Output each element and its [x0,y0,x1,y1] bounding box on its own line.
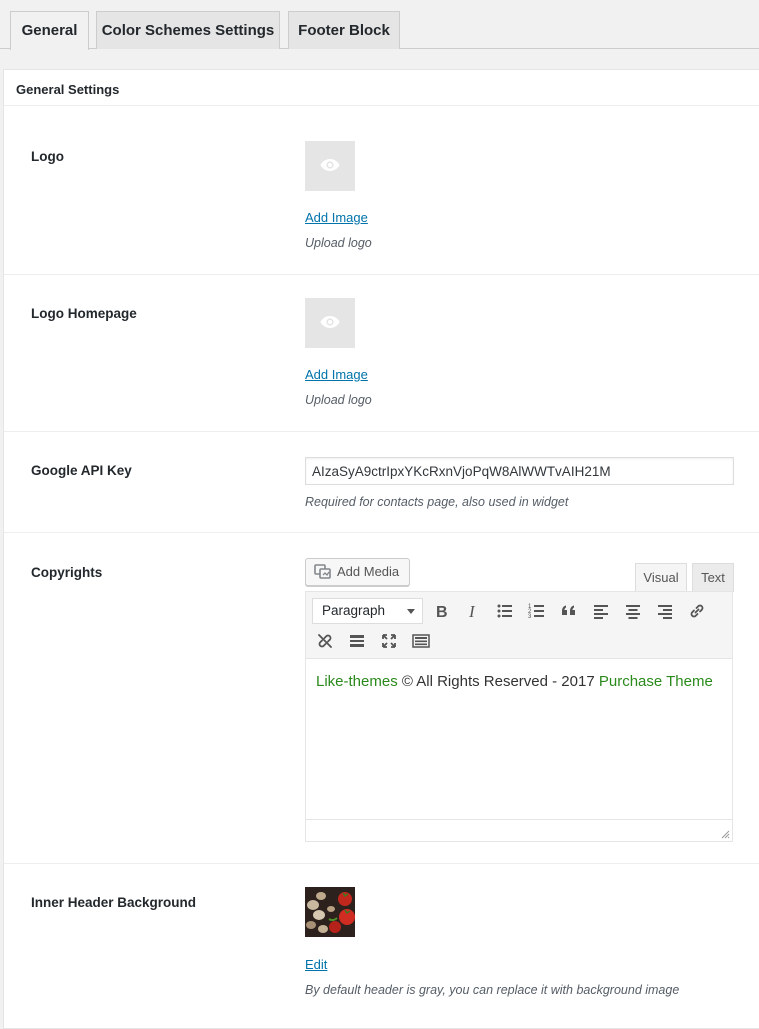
inner-header-edit-link[interactable]: Edit [305,957,327,972]
eye-icon [320,159,340,171]
inner-header-background-image[interactable] [305,887,355,937]
editor-tab-visual[interactable]: Visual [635,563,687,593]
google-api-key-label: Google API Key [31,463,132,478]
logo-add-image-link[interactable]: Add Image [305,210,368,225]
bulleted-list-button[interactable] [492,598,518,624]
divider [4,863,759,864]
copyrights-editor[interactable]: Paragraph B I 123 Like-themes © All Righ… [305,591,733,842]
resize-handle-icon[interactable] [720,829,730,839]
italic-icon: I [468,602,476,620]
svg-text:B: B [436,604,448,620]
eye-icon [320,316,340,328]
read-more-icon [350,635,364,647]
align-center-button[interactable] [620,598,646,624]
align-right-button[interactable] [652,598,678,624]
divider [4,431,759,432]
content-text: © All Rights Reserved - 2017 [397,673,599,690]
chevron-down-icon [407,609,415,614]
media-icon [314,564,331,579]
inner-header-description: By default header is gray, you can repla… [305,983,680,997]
google-api-key-description: Required for contacts page, also used in… [305,495,569,509]
fullscreen-button[interactable] [376,628,402,654]
divider [4,532,759,533]
fullscreen-icon [382,634,396,648]
content-link-like-themes[interactable]: Like-themes [316,673,398,690]
logo-homepage-label: Logo Homepage [31,306,137,321]
settings-panel: General Settings Logo Add Image Upload l… [3,69,759,1029]
insert-link-button[interactable] [684,598,710,624]
panel-header: General Settings [4,70,759,106]
blockquote-icon [562,605,575,615]
logo-preview[interactable] [305,141,355,191]
settings-tabs: General Color Schemes Settings Footer Bl… [0,0,759,50]
bold-icon: B [436,604,448,620]
svg-text:3: 3 [528,614,532,620]
numbered-list-icon: 123 [528,604,544,620]
toolbar-toggle-button[interactable] [408,628,434,654]
google-api-key-input[interactable] [305,457,734,485]
format-select[interactable]: Paragraph [312,598,423,624]
align-right-icon [658,605,672,619]
add-media-label: Add Media [337,564,400,579]
editor-toolbar: Paragraph B I 123 [306,592,732,659]
read-more-button[interactable] [344,628,370,654]
content-link-purchase-theme[interactable]: Purchase Theme [599,673,713,690]
add-media-button[interactable]: Add Media [305,558,410,586]
svg-text:I: I [468,602,476,620]
editor-content[interactable]: Like-themes © All Rights Reserved - 2017… [316,670,716,694]
inner-header-background-label: Inner Header Background [31,895,197,910]
logo-homepage-add-image-link[interactable]: Add Image [305,367,368,382]
unlink-icon [318,634,332,648]
editor-statusbar [306,819,732,841]
logo-homepage-preview[interactable] [305,298,355,348]
copyrights-label: Copyrights [31,565,103,580]
italic-button[interactable]: I [460,598,486,624]
logo-homepage-description: Upload logo [305,393,372,407]
logo-description: Upload logo [305,236,372,250]
bulleted-list-icon [497,604,512,618]
align-left-icon [594,605,608,619]
link-icon [690,604,704,618]
tab-color-schemes-settings[interactable]: Color Schemes Settings [96,11,280,49]
keyboard-icon [412,634,430,648]
numbered-list-button[interactable]: 123 [524,598,550,624]
tab-general[interactable]: General [10,11,89,50]
blockquote-button[interactable] [556,598,582,624]
align-left-button[interactable] [588,598,614,624]
divider [4,274,759,275]
tab-footer-block[interactable]: Footer Block [288,11,400,49]
food-photo-image [305,887,355,937]
remove-link-button[interactable] [312,628,338,654]
logo-label: Logo [31,149,64,164]
bold-button[interactable]: B [428,598,454,624]
panel-title: General Settings [16,82,120,97]
editor-tab-text[interactable]: Text [692,563,734,592]
format-select-value: Paragraph [322,603,386,618]
align-center-icon [626,605,640,619]
